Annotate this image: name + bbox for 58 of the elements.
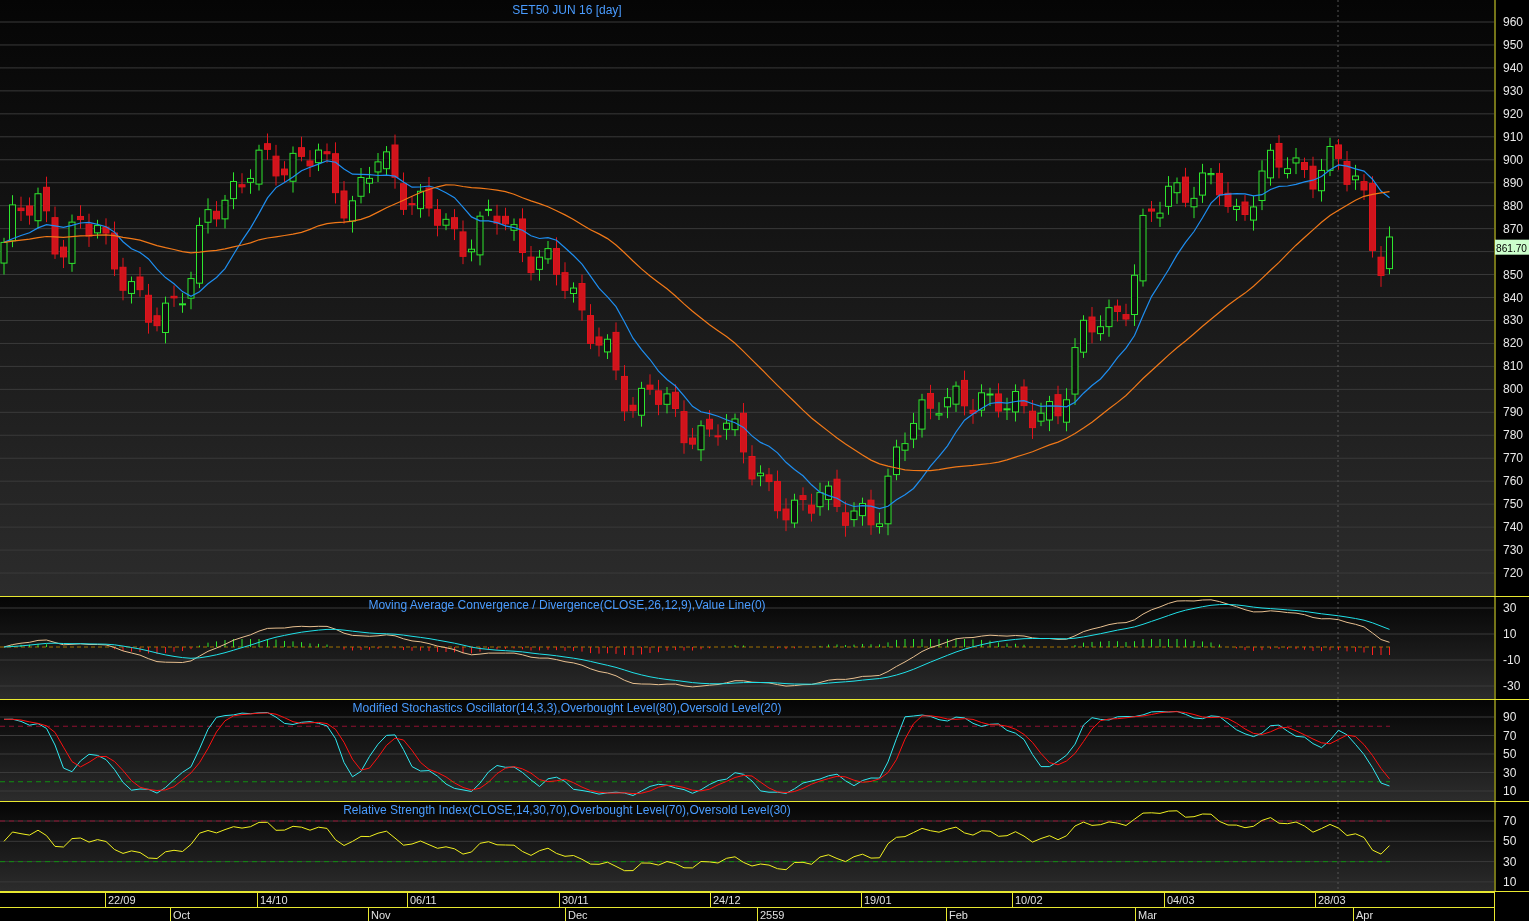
- axis-label: 890: [1503, 175, 1524, 190]
- date-label: 06/11: [410, 894, 437, 906]
- axis-label: 900: [1503, 152, 1524, 167]
- date-label: 14/10: [260, 894, 288, 906]
- axis-label: 740: [1503, 520, 1524, 535]
- axis-label: 90: [1503, 710, 1517, 724]
- month-label: Mar: [1138, 909, 1157, 921]
- axis-label: 800: [1503, 382, 1524, 397]
- axis-label: 70: [1503, 814, 1517, 828]
- axis-label: 770: [1503, 451, 1524, 466]
- axis-label: 850: [1503, 267, 1524, 282]
- date-label: 24/12: [713, 894, 741, 906]
- axis-label: 50: [1503, 834, 1517, 849]
- axis-label: 960: [1503, 15, 1524, 29]
- axis-label: 10: [1503, 874, 1517, 889]
- indicator-title: Moving Average Convergence / Divergence(CLOSE,26,12,9),Value Line(0): [368, 598, 766, 612]
- date-label: 22/09: [108, 894, 136, 906]
- month-label: Nov: [371, 909, 391, 921]
- axis-label: -10: [1503, 653, 1521, 667]
- indicator-title: Modified Stochastics Oscillator(14,3,3),Overbought Level(80),Oversold Level(20): [352, 701, 782, 715]
- axis-label: -30: [1503, 679, 1521, 693]
- axis-label: 820: [1503, 336, 1524, 351]
- axis-label: 30: [1503, 765, 1517, 780]
- indicator-title: Relative Strength Index(CLOSE,14,30,70),Overbought Level(70),Oversold Level(30): [343, 803, 791, 817]
- axis-label: 920: [1503, 106, 1524, 121]
- axis-label: 730: [1503, 543, 1524, 558]
- axis-label: 930: [1503, 83, 1524, 98]
- month-label: Apr: [1356, 909, 1374, 921]
- axis-label: 10: [1503, 784, 1517, 798]
- axis-label: 790: [1503, 405, 1524, 420]
- axis-label: 840: [1503, 290, 1524, 305]
- chart-title: SET50 JUN 16 [day]: [512, 3, 622, 17]
- axis-label: 30: [1503, 854, 1517, 869]
- axis-label: 780: [1503, 428, 1524, 443]
- date-label: 10/02: [1015, 894, 1043, 906]
- axis-label: 30: [1503, 601, 1517, 615]
- axis-label: 10: [1503, 627, 1517, 641]
- month-label: Feb: [949, 909, 968, 921]
- date-label: 19/01: [864, 894, 892, 906]
- axis-label: 880: [1503, 198, 1524, 213]
- axis-label: 870: [1503, 221, 1524, 236]
- axis-label: 810: [1503, 359, 1524, 374]
- month-label: Oct: [173, 909, 191, 921]
- axis-label: 760: [1503, 474, 1524, 489]
- axis-label: 50: [1503, 747, 1517, 761]
- axis-label: 720: [1503, 566, 1524, 581]
- month-label: Dec: [568, 909, 588, 921]
- axis-label: 750: [1503, 497, 1524, 512]
- axis-label: 830: [1503, 313, 1524, 328]
- axis-label: 910: [1503, 129, 1524, 144]
- axis-label: 70: [1503, 728, 1517, 743]
- date-label: 04/03: [1167, 894, 1195, 906]
- date-label: 30/11: [562, 894, 589, 906]
- price-tag: 861.70: [1495, 239, 1529, 255]
- axis-label: 940: [1503, 60, 1524, 75]
- axis-label: 950: [1503, 37, 1524, 52]
- date-label: 28/03: [1318, 894, 1346, 906]
- month-label: 2559: [760, 909, 785, 921]
